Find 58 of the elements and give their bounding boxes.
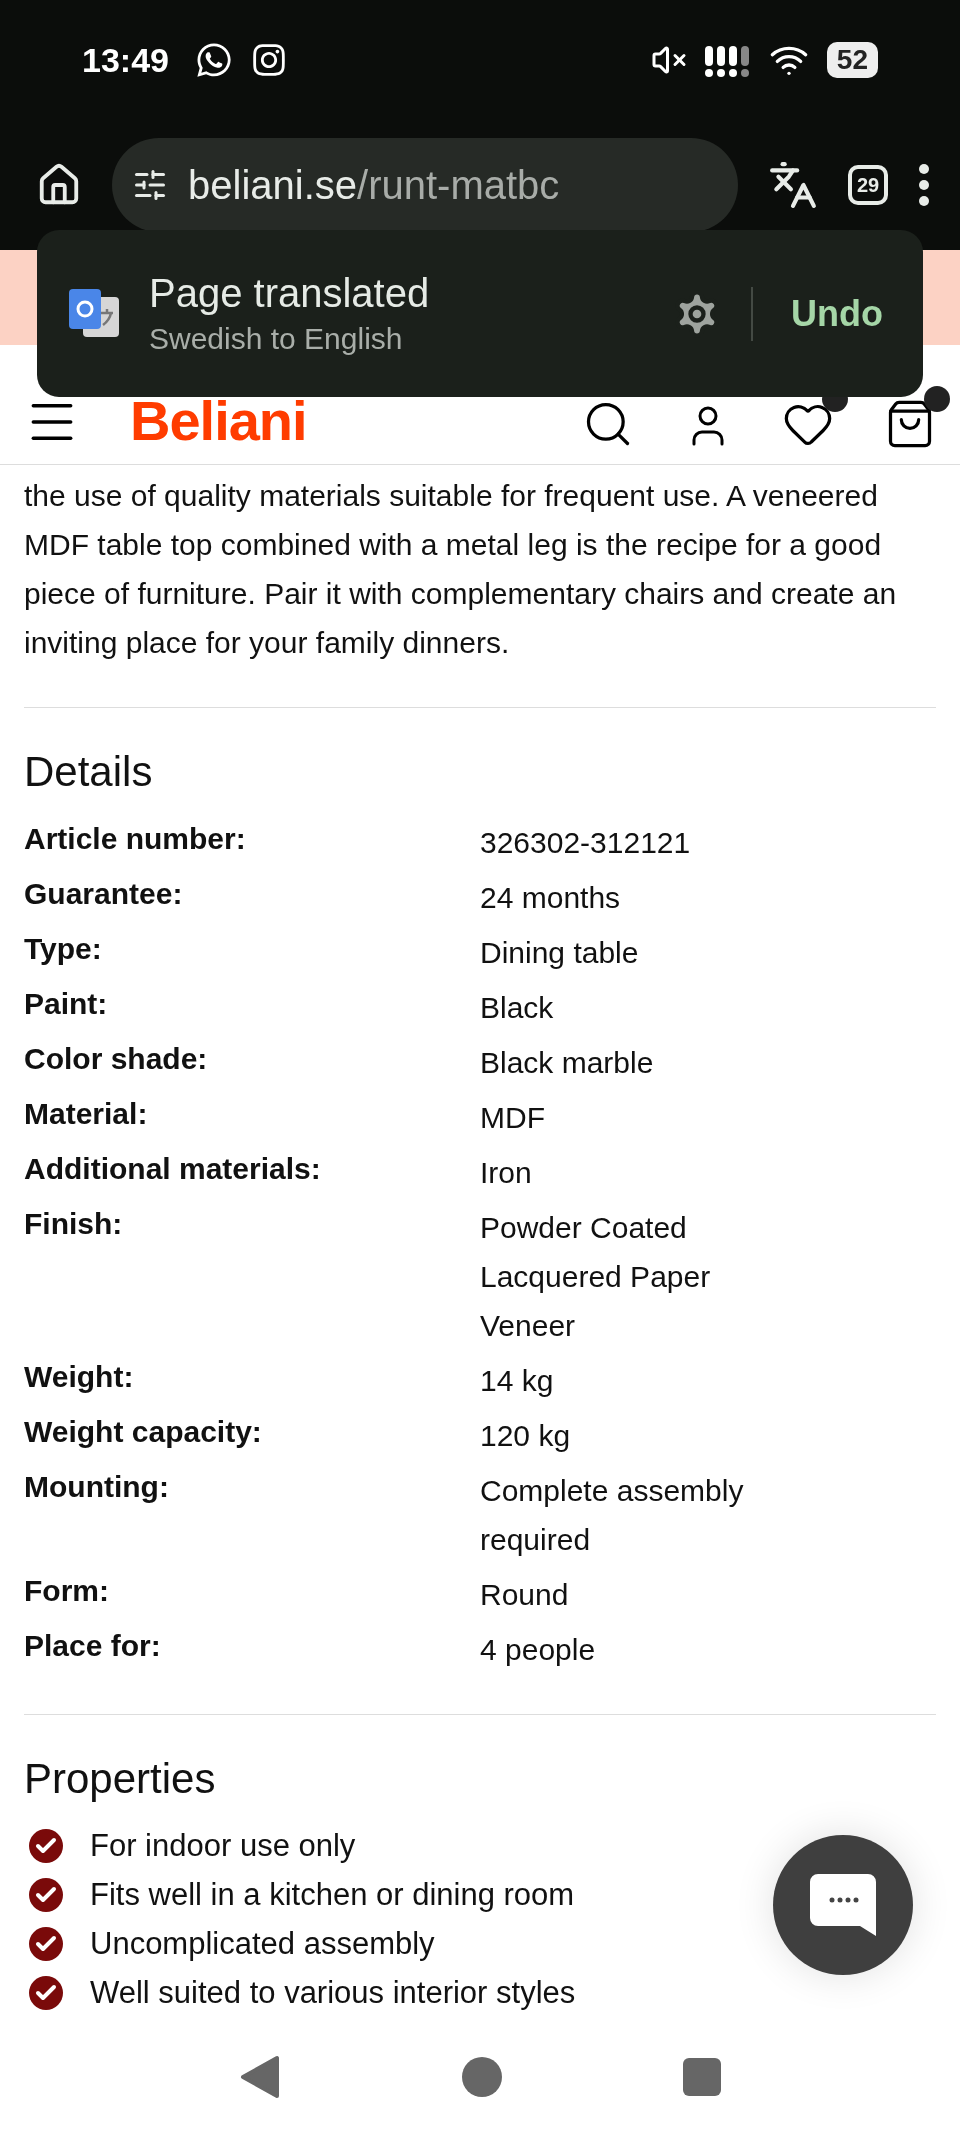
detail-value: Complete assembly required (480, 1473, 745, 1558)
check-circle-icon (28, 1827, 64, 1864)
section-heading: Details (24, 747, 154, 797)
detail-label: Guarantee: (24, 876, 184, 912)
detail-label: Weight: (24, 1359, 135, 1395)
detail-value: Black marble (480, 1045, 655, 1081)
detail-value: Lacquered Paper (480, 1259, 712, 1295)
status-time: 13:49 (82, 40, 169, 80)
site-logo: Beliani (130, 392, 308, 450)
toast-title: Page translated (149, 271, 431, 316)
menu-button[interactable] (918, 163, 930, 207)
detail-value: Veneer (480, 1308, 577, 1344)
site-settings-icon (132, 167, 168, 203)
detail-label: Form: (24, 1573, 110, 1609)
check-circle-icon (28, 1925, 64, 1962)
detail-label: Finish: (24, 1206, 124, 1242)
property-text: For indoor use only (90, 1827, 356, 1865)
detail-value: Powder Coated (480, 1210, 688, 1246)
detail-value: Iron (480, 1155, 533, 1191)
tab-count-button[interactable]: 29 (848, 165, 888, 205)
detail-value: 326302-312121 (480, 825, 692, 861)
more-icon (918, 163, 930, 207)
check-circle-icon (28, 1974, 64, 2011)
detail-label: Weight capacity: (24, 1414, 263, 1450)
detail-value: Round (480, 1577, 570, 1613)
translate-icon (768, 160, 818, 210)
property-text: Fits well in a kitchen or dining room (90, 1876, 575, 1914)
detail-label: Additional materials: (24, 1151, 322, 1187)
detail-value: MDF (480, 1100, 546, 1136)
recents-button[interactable] (683, 2057, 721, 2096)
camera-icon (250, 42, 287, 78)
toast-subtitle: Swedish to English (149, 322, 404, 356)
detail-label: Mounting: (24, 1469, 170, 1505)
undo-button[interactable]: Undo (781, 292, 893, 335)
check-circle-icon (28, 1876, 64, 1913)
detail-label: Type: (24, 931, 103, 967)
detail-label: Material: (24, 1096, 149, 1132)
detail-value: 120 kg (480, 1418, 572, 1454)
detail-value: 4 people (480, 1632, 597, 1668)
product-description: the use of quality materials suitable for frequent use. A veneered MDF table top combined with a metal leg is the recipe for a good piece of furniture. Pair it with complementary chairs and create an inviting place for your family dinners. (24, 465, 936, 708)
url-bar[interactable]: beliani.se/runt-matbc (112, 138, 738, 232)
back-button[interactable] (239, 2053, 281, 2100)
battery-level: 52 (826, 42, 878, 78)
section-heading: Properties (24, 1754, 217, 1804)
detail-value: 24 months (480, 880, 622, 916)
detail-label: Paint: (24, 986, 109, 1022)
detail-label: Place for: (24, 1628, 162, 1664)
count-badge (924, 386, 950, 412)
detail-label: Color shade: (24, 1041, 209, 1077)
detail-value: 14 kg (480, 1363, 555, 1399)
translate-button[interactable] (768, 160, 818, 210)
detail-value: Black (480, 990, 555, 1026)
chat-icon (808, 1872, 878, 1938)
detail-label: Article number: (24, 821, 247, 857)
phone-bubble-icon (194, 41, 233, 79)
property-text: Uncomplicated assembly (90, 1925, 435, 1963)
property-text: Well suited to various interior styles (90, 1974, 576, 2012)
detail-value: Dining table (480, 935, 640, 971)
